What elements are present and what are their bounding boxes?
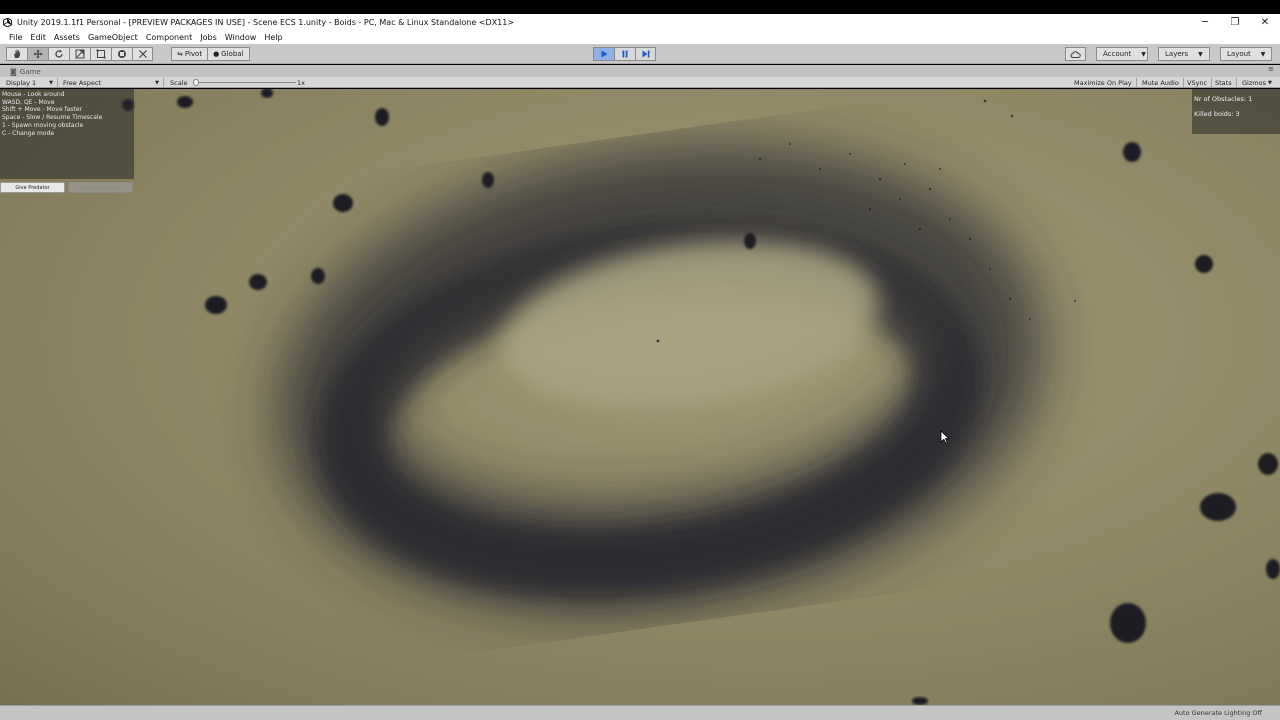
transform-tools <box>6 47 153 61</box>
right-toolbar: Account ▼ Layers ▼ Layout ▼ <box>1065 47 1272 61</box>
game-tab-row: ◙ Game ≡ <box>0 65 1280 77</box>
layout-dropdown[interactable]: Layout ▼ <box>1220 47 1272 61</box>
chevron-down-icon: ▼ <box>49 79 53 86</box>
rotate-tool-icon[interactable] <box>48 47 69 61</box>
menu-file[interactable]: File <box>5 33 26 42</box>
window-title: Unity 2019.1.1f1 Personal - [PREVIEW PAC… <box>17 17 515 27</box>
play-icon <box>601 50 608 58</box>
game-view-controls: Display 1 ▼ Free Aspect ▼ Scale 1x Maxim… <box>0 77 1280 88</box>
playback-controls <box>593 47 656 61</box>
close-button[interactable]: ✕ <box>1250 14 1280 30</box>
scale-value: 1x <box>297 78 305 87</box>
stats-panel: Nr of Obstacles: 1 Killed boids: 3 <box>1192 89 1280 134</box>
transform-tool-icon[interactable] <box>111 47 132 61</box>
menu-gameobject[interactable]: GameObject <box>84 33 142 42</box>
layers-dropdown[interactable]: Layers ▼ <box>1158 47 1210 61</box>
give-predator-button[interactable]: Give Predator <box>0 182 65 193</box>
rect-tool-icon[interactable] <box>90 47 111 61</box>
menu-bar: File Edit Assets GameObject Component Jo… <box>0 30 1280 44</box>
maximize-button[interactable]: ❐ <box>1220 14 1250 30</box>
chevron-down-icon: ▼ <box>1260 50 1266 58</box>
killed-boids-count: Killed boids: 3 <box>1194 110 1240 118</box>
account-dropdown[interactable]: Account ▼ <box>1096 47 1148 61</box>
menu-help[interactable]: Help <box>260 33 286 42</box>
aspect-label: Free Aspect <box>63 78 101 87</box>
aspect-dropdown[interactable]: Free Aspect ▼ <box>63 78 164 87</box>
help-line: Shift + Move - Move faster <box>2 106 82 114</box>
gamepad-icon: ◙ <box>10 67 17 76</box>
obstacle-count: Nr of Obstacles: 1 <box>1194 95 1253 103</box>
unity-logo-icon <box>3 17 12 27</box>
account-label: Account <box>1103 50 1132 58</box>
help-line: WASD, QE - Move <box>2 98 55 106</box>
menu-component[interactable]: Component <box>142 33 196 42</box>
globe-icon: ● <box>213 50 220 58</box>
step-icon <box>642 50 649 58</box>
custom-tool-icon[interactable] <box>132 47 153 61</box>
menu-assets[interactable]: Assets <box>50 33 84 42</box>
hand-tool-icon[interactable] <box>6 47 27 61</box>
scale-label: Scale <box>170 78 188 87</box>
tab-menu-icon[interactable]: ≡ <box>1268 65 1274 73</box>
pause-button[interactable] <box>614 47 635 61</box>
menu-window[interactable]: Window <box>221 33 261 42</box>
play-button[interactable] <box>593 47 614 61</box>
help-line: Mouse - Look around <box>2 91 65 98</box>
pivot-button[interactable]: ⇋ Pivot <box>171 47 209 61</box>
display-label: Display 1 <box>6 78 37 87</box>
mute-audio-toggle[interactable]: Mute Audio <box>1142 78 1184 87</box>
scale-slider-track[interactable] <box>196 82 296 83</box>
global-button[interactable]: ● Global <box>208 47 250 61</box>
help-line: C - Change mode <box>2 129 55 137</box>
maximize-on-play-toggle[interactable]: Maximize On Play <box>1074 78 1137 87</box>
mouse-cursor-icon <box>940 430 950 444</box>
status-bar: Auto Generate Lighting Off <box>0 705 1280 720</box>
layout-label: Layout <box>1227 50 1251 58</box>
top-strip <box>0 0 1280 14</box>
pivot-label: Pivot <box>184 50 203 58</box>
chevron-down-icon: ▼ <box>155 79 159 86</box>
scale-slider-thumb[interactable] <box>193 79 199 86</box>
chevron-down-icon: ▼ <box>1141 50 1146 58</box>
lighting-status[interactable]: Auto Generate Lighting Off <box>1174 709 1262 717</box>
stats-toggle[interactable]: Stats <box>1215 78 1237 87</box>
cloud-button[interactable] <box>1065 47 1086 61</box>
help-line: 1 - Spawn moving obstacle <box>2 121 84 129</box>
scale-tool-icon[interactable] <box>69 47 90 61</box>
tab-game-label: Game <box>19 67 41 76</box>
help-line: Space - Slow / Resume Timescale <box>2 114 103 122</box>
layers-label: Layers <box>1165 50 1189 58</box>
controls-help-panel: Mouse - Look around WASD, QE - Move Shif… <box>0 89 134 179</box>
tab-game[interactable]: ◙ Game <box>4 66 47 77</box>
step-button[interactable] <box>635 47 656 61</box>
vsync-toggle[interactable]: VSync <box>1187 78 1213 87</box>
game-viewport[interactable] <box>0 89 1280 705</box>
menu-jobs[interactable]: Jobs <box>196 33 221 42</box>
boids-scene <box>0 89 1280 705</box>
hud-button-row: Give Predator Remove Predator <box>0 182 134 194</box>
chevron-down-icon: ▼ <box>1267 79 1272 86</box>
pause-icon <box>622 50 628 58</box>
title-bar: Unity 2019.1.1f1 Personal - [PREVIEW PAC… <box>0 14 1280 30</box>
gizmos-dropdown[interactable]: Gizmos ▼ <box>1242 78 1272 87</box>
gizmos-label: Gizmos <box>1242 78 1266 87</box>
move-tool-icon[interactable] <box>27 47 48 61</box>
toolbar: ⇋ Pivot ● Global Account ▼ Layers ▼ Layout… <box>0 44 1280 64</box>
cloud-icon <box>1070 50 1081 58</box>
menu-edit[interactable]: Edit <box>26 33 50 42</box>
remove-predator-button[interactable]: Remove Predator <box>68 182 133 193</box>
chevron-down-icon: ▼ <box>1198 50 1203 58</box>
pivot-icon: ⇋ <box>177 50 183 58</box>
global-label: Global <box>221 50 244 58</box>
pivot-group: ⇋ Pivot ● Global <box>171 47 250 61</box>
display-dropdown[interactable]: Display 1 ▼ <box>6 78 58 87</box>
minimize-button[interactable]: ─ <box>1190 14 1220 30</box>
